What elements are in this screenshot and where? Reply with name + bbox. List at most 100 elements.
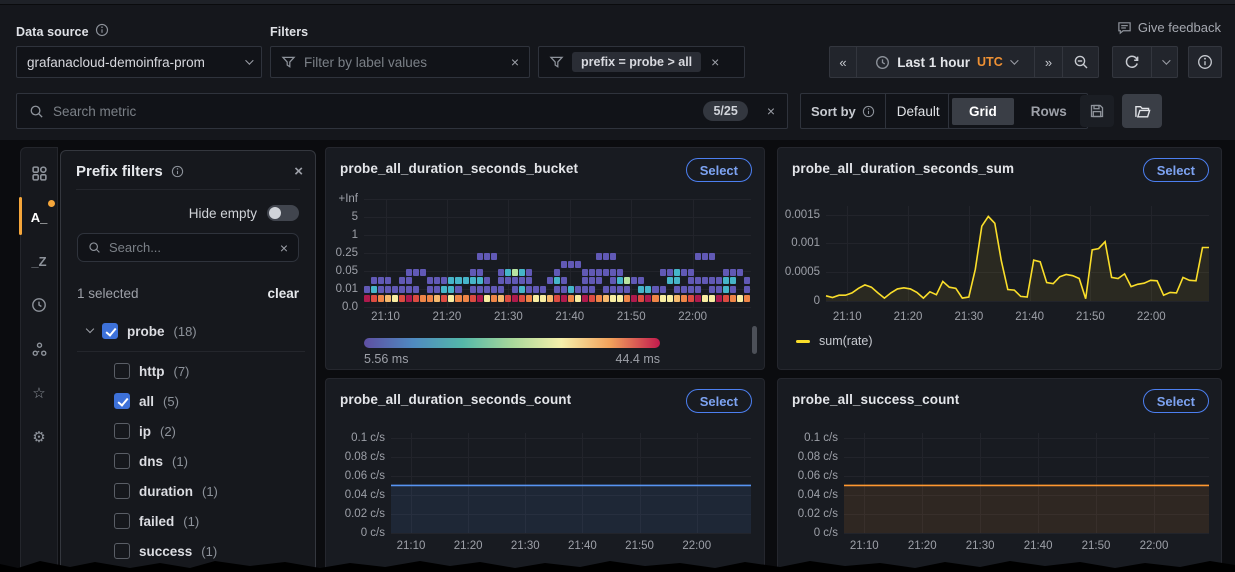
y-axis-tick-label: 0.06 c/s xyxy=(797,469,838,482)
heatmap-cell xyxy=(617,277,624,284)
y-axis-tick-label: +Inf xyxy=(338,193,358,205)
label-filter-input[interactable] xyxy=(304,54,511,70)
tree-item-duration[interactable]: duration (1) xyxy=(114,481,218,501)
sort-control: Sort by Default xyxy=(800,93,968,129)
heatmap-cell xyxy=(553,286,560,293)
give-feedback-button[interactable]: Give feedback xyxy=(1117,20,1221,35)
heatmap-cell xyxy=(427,295,434,302)
heatmap-cell xyxy=(617,269,624,276)
prefix-filter-chip[interactable]: prefix = probe > all xyxy=(572,52,702,72)
history-icon[interactable] xyxy=(20,294,58,316)
refresh-interval-dropdown[interactable] xyxy=(1152,46,1178,78)
grid-line-h xyxy=(844,533,1209,534)
heatmap-cell xyxy=(518,295,525,302)
heatmap-cell xyxy=(603,269,610,276)
info-icon xyxy=(171,165,184,178)
heatmap-cell xyxy=(596,269,603,276)
clear-search-icon[interactable]: × xyxy=(767,104,775,118)
tree-item-probe[interactable]: probe (18) xyxy=(85,321,197,341)
heatmap-cell xyxy=(497,269,504,276)
legend-label[interactable]: sum(rate) xyxy=(819,334,872,348)
clear-filter-icon[interactable]: × xyxy=(511,55,519,69)
checkbox-success[interactable] xyxy=(114,543,130,559)
x-axis-tick-label: 22:00 xyxy=(678,311,708,323)
grid-line-h xyxy=(364,307,751,308)
heatmap-cell xyxy=(708,253,715,260)
suffix-filter-icon[interactable]: _Z xyxy=(20,250,58,272)
funnel-icon xyxy=(281,55,296,70)
heatmap-cell xyxy=(659,286,666,293)
clear-prefix-search-icon[interactable]: × xyxy=(280,241,288,255)
x-axis-tick-label: 21:10 xyxy=(849,540,879,552)
view-rows-button[interactable]: Rows xyxy=(1014,98,1084,125)
checkbox-failed[interactable] xyxy=(114,513,130,529)
x-axis-tick-label: 21:30 xyxy=(510,540,540,552)
tree-item-success[interactable]: success (1) xyxy=(114,541,217,561)
data-source-select[interactable]: grafanacloud-demoinfra-prom xyxy=(16,46,262,78)
tree-item-all[interactable]: all (5) xyxy=(114,391,179,411)
bookmarks-icon[interactable]: ☆ xyxy=(20,382,58,404)
chevron-down-icon[interactable] xyxy=(85,324,95,334)
groups-icon[interactable] xyxy=(20,338,58,360)
heatmap-cell xyxy=(483,295,490,302)
search-icon xyxy=(29,104,44,119)
hide-empty-toggle[interactable] xyxy=(267,205,299,221)
metric-search-input[interactable] xyxy=(53,103,695,119)
prefix-search-input[interactable] xyxy=(109,240,272,255)
heatmap-cell xyxy=(603,253,610,260)
overview-grid-icon[interactable] xyxy=(20,162,58,184)
tree-item-dns[interactable]: dns (1) xyxy=(114,451,188,471)
time-shift-forward-button[interactable]: » xyxy=(1035,46,1063,78)
time-shift-back-button[interactable]: « xyxy=(829,46,857,78)
heatmap-cell xyxy=(673,269,680,276)
heatmap-cell xyxy=(687,295,694,302)
heatmap-cell xyxy=(483,253,490,260)
funnel-icon xyxy=(549,55,564,70)
tree-item-ip[interactable]: ip (2) xyxy=(114,421,176,441)
save-button[interactable] xyxy=(1080,95,1114,127)
heatmap-cell xyxy=(631,277,638,284)
remove-chip-icon[interactable]: × xyxy=(711,55,719,69)
select-metric-button[interactable]: Select xyxy=(1142,389,1209,413)
heatmap-cell xyxy=(673,277,680,284)
checkbox-dns[interactable] xyxy=(114,453,130,469)
view-mode-toggle: Grid Rows xyxy=(948,93,1088,129)
refresh-button[interactable] xyxy=(1112,46,1152,78)
heatmap-cell xyxy=(420,269,427,276)
series-area xyxy=(826,216,1209,301)
close-panel-icon[interactable]: × xyxy=(294,164,303,179)
tree-item-failed[interactable]: failed (1) xyxy=(114,511,199,531)
heatmap-cell xyxy=(525,277,532,284)
heatmap-cell xyxy=(582,277,589,284)
x-axis-tick-label: 21:40 xyxy=(555,311,585,323)
y-axis-tick-label: 0.04 c/s xyxy=(797,488,838,501)
heatmap-cell xyxy=(518,286,525,293)
toggle-knob xyxy=(269,207,281,219)
heatmap-cell xyxy=(483,286,490,293)
select-metric-button[interactable]: Select xyxy=(1142,158,1209,182)
heatmap-cell xyxy=(469,286,476,293)
clear-selection-button[interactable]: clear xyxy=(267,286,299,301)
heatmap-cell xyxy=(582,269,589,276)
checkbox-ip[interactable] xyxy=(114,423,130,439)
data-source-label: Data source xyxy=(16,25,89,39)
time-range-picker[interactable]: Last 1 hour UTC xyxy=(857,46,1035,78)
y-axis-tick-label: 0 xyxy=(813,295,820,307)
series-area xyxy=(844,485,1209,533)
settings-icon[interactable]: ⚙ xyxy=(20,426,58,448)
checkbox-all[interactable] xyxy=(114,393,130,409)
panel-scrollbar[interactable] xyxy=(752,326,757,354)
checkbox-probe[interactable] xyxy=(102,323,118,339)
heatmap-cell xyxy=(490,295,497,302)
open-folder-button[interactable] xyxy=(1122,94,1162,128)
checkbox-duration[interactable] xyxy=(114,483,130,499)
view-grid-button[interactable]: Grid xyxy=(952,97,1014,125)
heatmap-cell xyxy=(476,286,483,293)
checkbox-http[interactable] xyxy=(114,363,130,379)
info-button[interactable] xyxy=(1188,46,1222,78)
select-metric-button[interactable]: Select xyxy=(685,389,752,413)
zoom-out-button[interactable] xyxy=(1063,46,1099,78)
select-metric-button[interactable]: Select xyxy=(685,158,752,182)
prefix-filter-icon[interactable]: A_ xyxy=(19,197,58,235)
tree-item-http[interactable]: http (7) xyxy=(114,361,189,381)
